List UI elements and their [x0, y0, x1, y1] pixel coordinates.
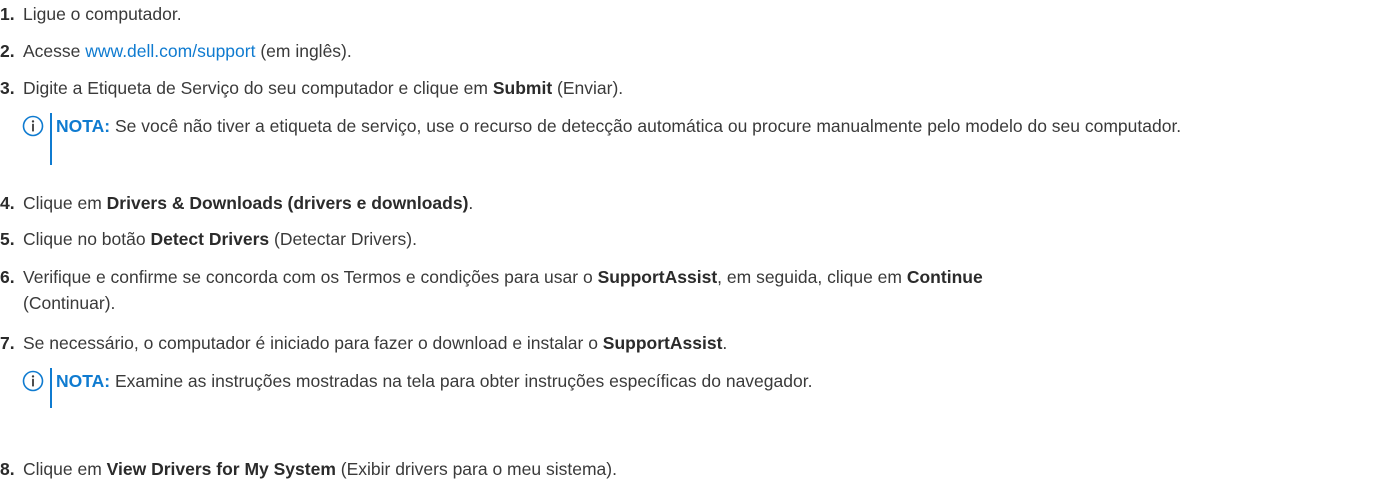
step-text-suffix: . — [722, 333, 728, 353]
step-text-bold-secondary: Continue — [906, 267, 983, 287]
step-text: Clique em View Drivers for My System (Ex… — [23, 456, 617, 482]
step-text-bold: Drivers & Downloads (drivers e downloads… — [106, 193, 469, 213]
step-text: Ligue o computador. — [23, 4, 182, 24]
step-text-suffix: (Continuar). — [23, 293, 116, 313]
step-number: 7. — [0, 333, 15, 353]
step-number: 5. — [0, 229, 15, 249]
step-text: Digite a Etiqueta de Serviço do seu comp… — [23, 75, 623, 101]
step-text-bold: SupportAssist — [597, 267, 718, 287]
step-text-suffix: (Enviar). — [552, 78, 624, 98]
step-text-prefix: Clique em — [23, 193, 107, 213]
step-number: 1. — [0, 4, 15, 24]
step-number: 4. — [0, 193, 15, 213]
step-text-bold: Detect Drivers — [150, 229, 270, 249]
step-text: Clique em Drivers & Downloads (drivers e… — [23, 190, 473, 216]
step-text-prefix: Acesse — [23, 41, 86, 61]
note-label: NOTA: — [56, 371, 111, 391]
note-accent-bar — [50, 368, 52, 408]
note-body: Se você não tiver a etiqueta de serviço,… — [110, 116, 1182, 136]
step-text-suffix: . — [468, 193, 474, 213]
dell-support-link[interactable]: www.dell.com/support — [85, 41, 255, 61]
step-text: Acesse www.dell.com/support (em inglês). — [23, 38, 352, 64]
step-text: Clique no botão Detect Drivers (Detectar… — [23, 226, 417, 252]
step-number: 6. — [0, 267, 15, 287]
note-text: NOTA: Examine as instruções mostradas na… — [56, 368, 1386, 394]
step-text-middle: , em seguida, clique em — [717, 267, 907, 287]
step-text-bold: SupportAssist — [602, 333, 723, 353]
step-text-bold: Submit — [492, 78, 553, 98]
step-text-bold: View Drivers for My System — [106, 459, 336, 479]
note-accent-bar — [50, 113, 52, 165]
step-text-prefix: Verifique e confirme se concorda com os … — [23, 267, 598, 287]
note-label: NOTA: — [56, 116, 111, 136]
info-circle-icon — [22, 115, 44, 137]
note-text: NOTA: Se você não tiver a etiqueta de se… — [56, 113, 1386, 139]
step-text-suffix: (Exibir drivers para o meu sistema). — [335, 459, 617, 479]
step-text-prefix: Se necessário, o computador é iniciado p… — [23, 333, 603, 353]
note-body: Examine as instruções mostradas na tela … — [110, 371, 813, 391]
step-text-suffix: (Detectar Drivers). — [269, 229, 417, 249]
step-number: 2. — [0, 41, 15, 61]
step-text-suffix: (em inglês). — [255, 41, 352, 61]
step-text: Verifique e confirme se concorda com os … — [23, 264, 983, 316]
step-text: Se necessário, o computador é iniciado p… — [23, 330, 727, 356]
step-text-prefix: Digite a Etiqueta de Serviço do seu comp… — [23, 78, 493, 98]
step-number: 3. — [0, 78, 15, 98]
step-text-prefix: Clique no botão — [23, 229, 151, 249]
step-text-prefix: Clique em — [23, 459, 107, 479]
step-number: 8. — [0, 459, 15, 479]
info-circle-icon — [22, 370, 44, 392]
